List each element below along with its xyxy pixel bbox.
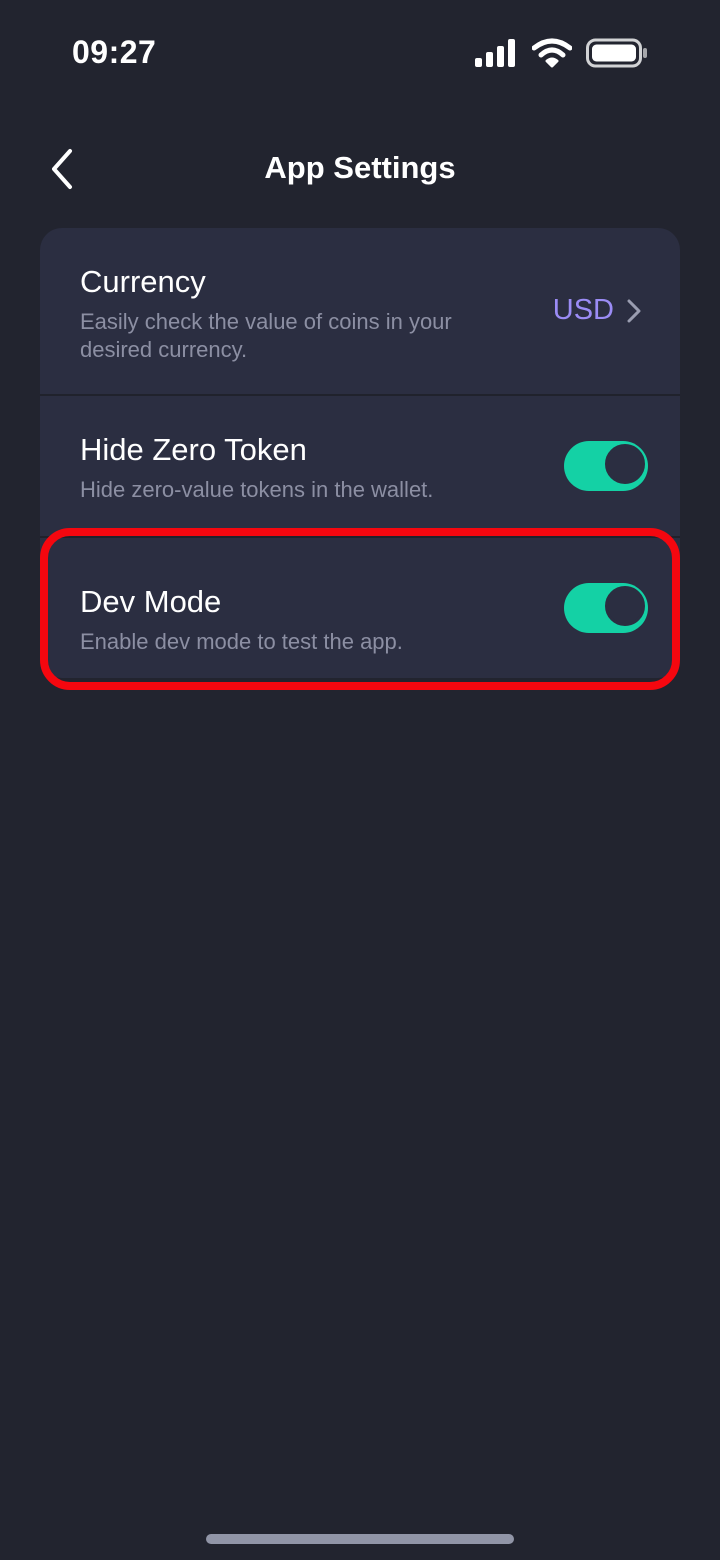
hide-zero-token-setting-row: Hide Zero Token Hide zero-value tokens i… bbox=[40, 396, 680, 538]
signal-icon bbox=[475, 39, 515, 67]
toggle-knob bbox=[605, 586, 645, 626]
currency-selector[interactable]: USD bbox=[553, 294, 644, 327]
page-title: App Settings bbox=[264, 150, 456, 185]
status-bar: 09:27 bbox=[0, 0, 720, 110]
status-icons bbox=[474, 38, 648, 68]
toggle-knob bbox=[605, 444, 645, 484]
battery-icon bbox=[586, 38, 647, 68]
hide-zero-token-title: Hide Zero Token bbox=[80, 432, 307, 467]
dev-mode-title: Dev Mode bbox=[80, 584, 222, 619]
currency-description: Easily check the value of coins in your … bbox=[80, 309, 452, 362]
dev-mode-toggle[interactable] bbox=[564, 583, 648, 633]
dev-mode-description: Enable dev mode to test the app. bbox=[80, 629, 403, 654]
status-time: 09:27 bbox=[72, 34, 157, 70]
wifi-icon bbox=[532, 38, 572, 68]
hide-zero-token-description: Hide zero-value tokens in the wallet. bbox=[80, 477, 434, 502]
currency-value: USD bbox=[552, 294, 614, 326]
dev-mode-setting-row: Dev Mode Enable dev mode to test the app… bbox=[40, 538, 680, 678]
currency-setting-row[interactable]: Currency Easily check the value of coins… bbox=[40, 228, 680, 396]
currency-title: Currency bbox=[80, 264, 206, 299]
chevron-right-icon bbox=[627, 299, 641, 322]
hide-zero-token-toggle[interactable] bbox=[564, 441, 648, 491]
home-indicator[interactable] bbox=[206, 1534, 514, 1544]
settings-card: Currency Easily check the value of coins… bbox=[40, 228, 680, 678]
header: App Settings bbox=[0, 130, 720, 206]
